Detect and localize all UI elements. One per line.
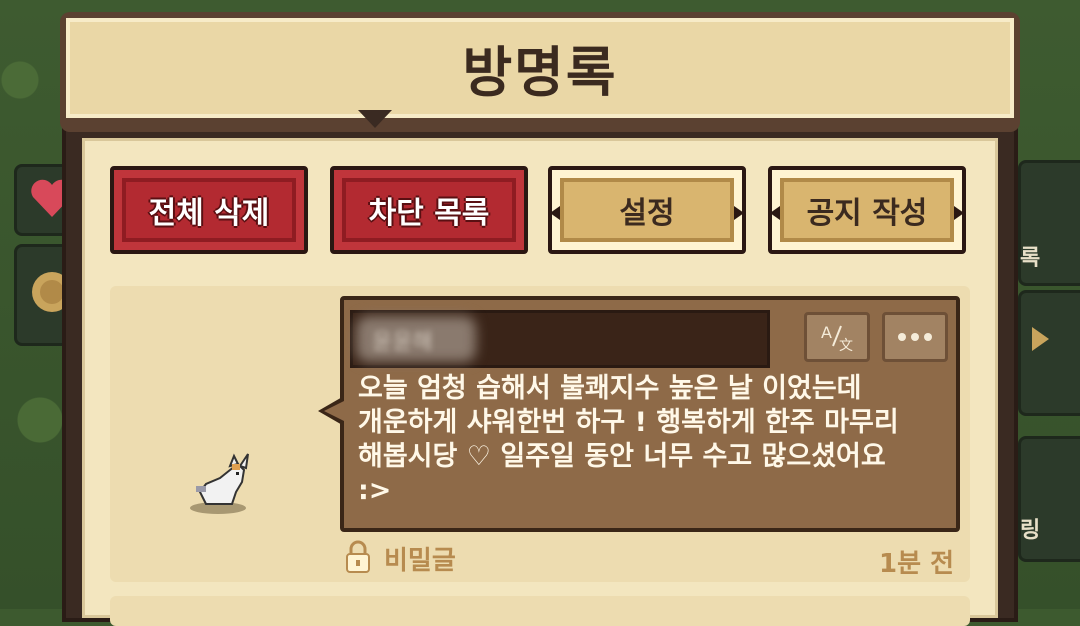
arrow-left-icon [550,206,560,220]
arrow-right-icon [1032,327,1049,351]
svg-text:文: 文 [839,338,853,354]
arrow-left-icon [770,206,780,220]
arrow-right-icon [954,206,964,220]
translate-button[interactable]: A 文 [804,312,870,362]
block-list-button[interactable]: 차단 목록 [330,166,528,254]
right-side-button-2[interactable] [1018,290,1080,416]
more-options-button[interactable] [882,312,948,362]
settings-label: 설정 [619,196,675,231]
guestbook-entry-next [110,596,970,626]
right-side-label-2: 링 [1020,518,1041,543]
secret-post-label: 비밀글 [384,546,456,576]
delete-all-button[interactable]: 전체 삭제 [110,166,308,254]
write-notice-button[interactable]: 공지 작성 [768,166,966,254]
arrow-right-icon [734,206,744,220]
delete-all-label: 전체 삭제 [148,196,270,231]
cat-avatar[interactable] [186,448,256,518]
svg-text:A: A [821,323,832,342]
message-text: 오늘 엄청 습해서 불쾌지수 높은 날 이었는데 개운하게 샤워한번 하구 ! … [358,373,899,506]
write-notice-label: 공지 작성 [806,196,928,231]
translate-icon: A 文 [821,323,853,354]
more-options-icon [898,333,932,341]
settings-button[interactable]: 설정 [548,166,746,254]
lock-icon [346,540,370,573]
post-timestamp: 1분 전 [879,549,954,579]
right-side-label-1: 록 [1020,246,1041,271]
author-name[interactable]: 윤윤해 [372,324,433,356]
block-list-label: 차단 목록 [368,196,490,231]
page-title: 방명록 [462,41,618,104]
